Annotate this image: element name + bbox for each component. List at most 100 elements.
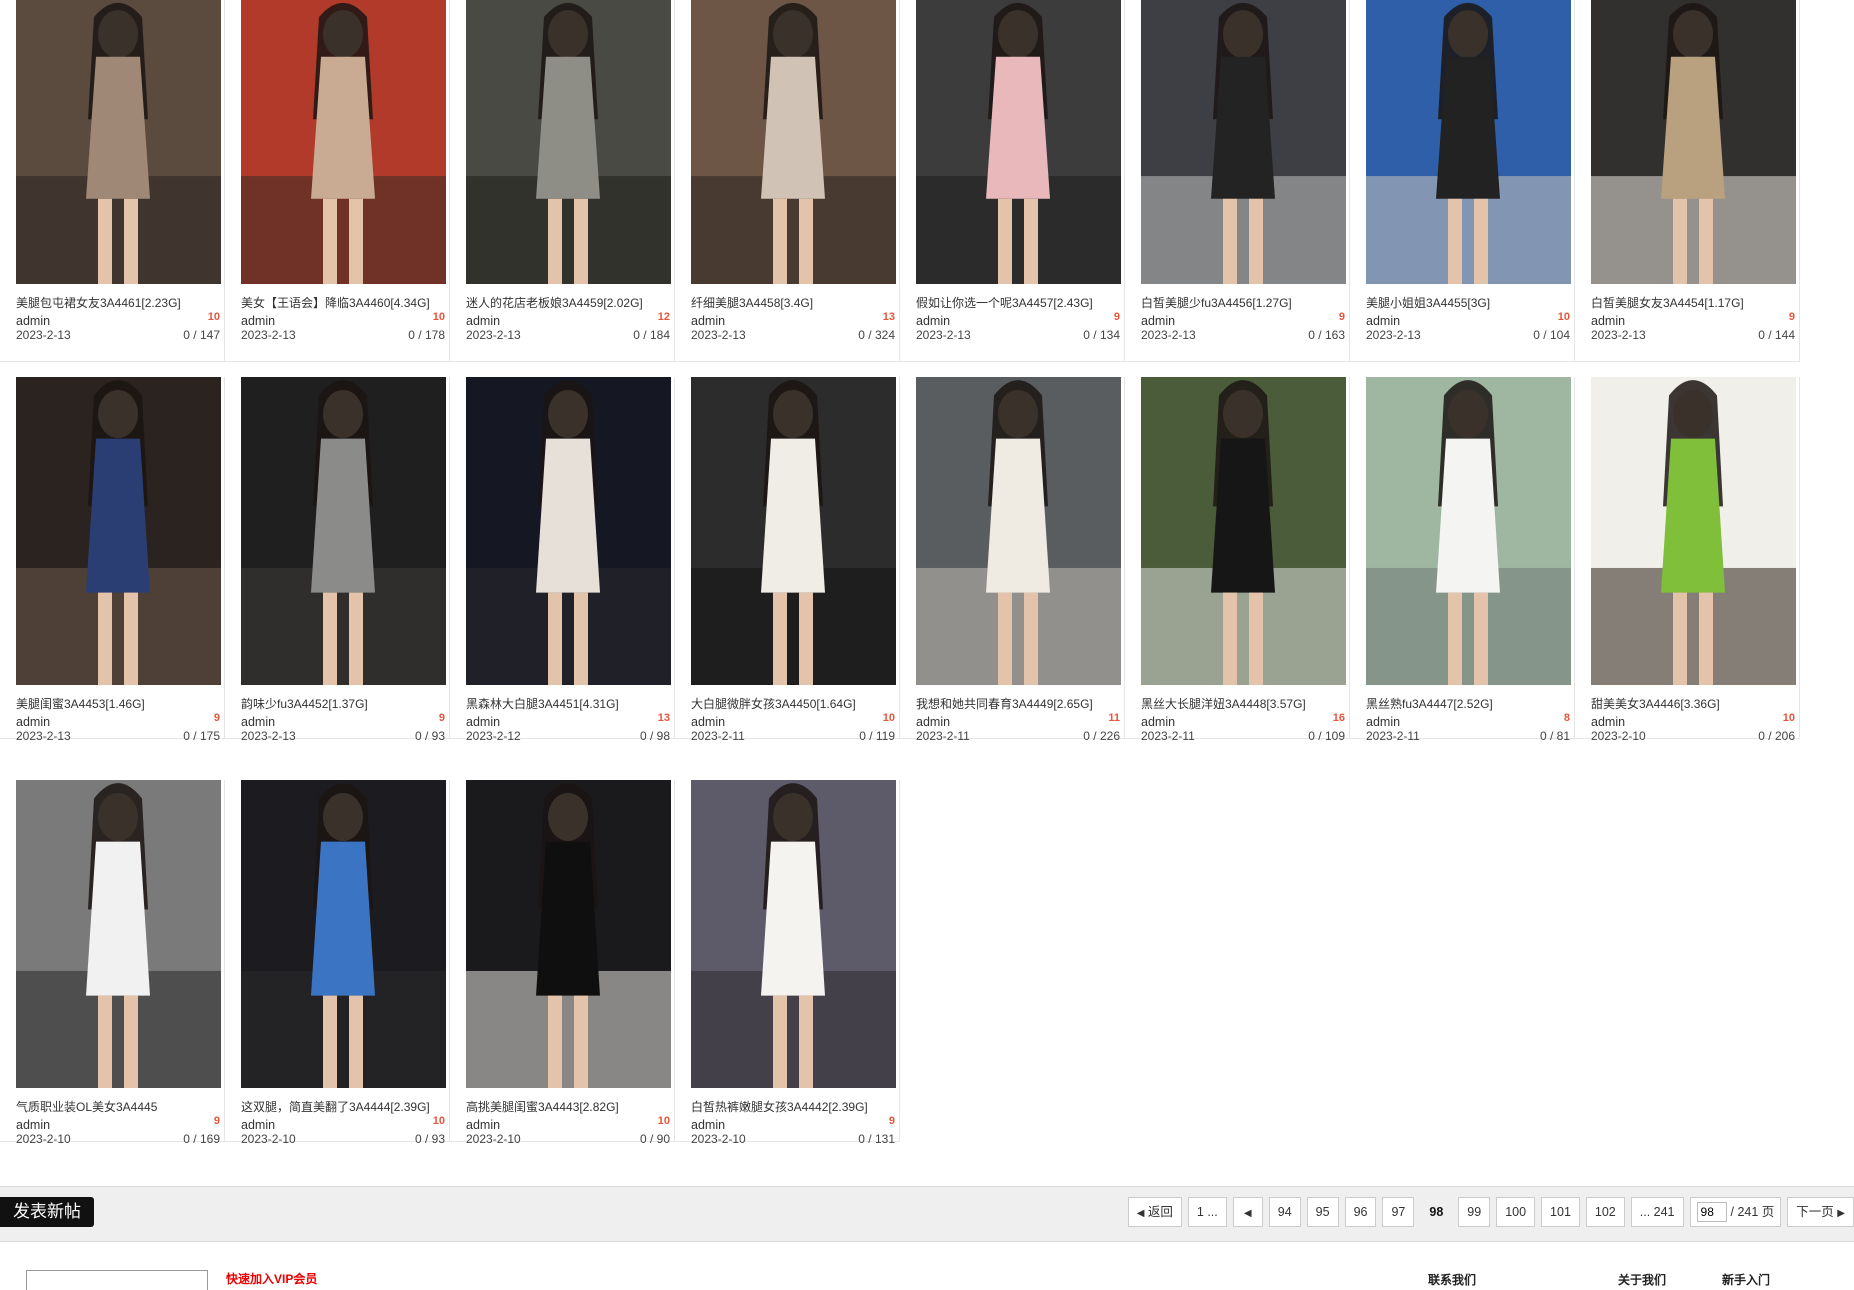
thread-thumbnail[interactable] [916, 0, 1121, 284]
thread-author[interactable]: admin [466, 314, 500, 328]
thread-card[interactable]: 我想和她共同春育3A4449[2.65G] admin 11 2023-2-11 0 /… [900, 377, 1125, 743]
thread-author[interactable]: admin [241, 715, 275, 729]
thread-card[interactable]: 迷人的花店老板娘3A4459[2.02G] admin 12 2023-2-13 0 /… [450, 0, 675, 362]
thread-thumbnail[interactable] [16, 780, 221, 1088]
thread-thumbnail[interactable] [691, 0, 896, 284]
page-jump-input[interactable] [1696, 1202, 1727, 1222]
thread-title[interactable]: 大白腿微胖女孩3A4450[1.64G] [691, 695, 896, 712]
vip-link[interactable]: 快速加入VIP会员 [226, 1270, 317, 1287]
thread-title[interactable]: 美腿包屯裙女友3A4461[2.23G] [16, 294, 221, 311]
thread-author[interactable]: admin [466, 715, 500, 729]
thread-author[interactable]: admin [916, 715, 950, 729]
back-button[interactable]: ◀ 返回 [1127, 1197, 1182, 1227]
prev-page-button[interactable]: ◀ [1232, 1197, 1263, 1227]
thread-thumbnail[interactable] [241, 780, 446, 1088]
thread-card[interactable]: 白皙热裤嫩腿女孩3A4442[2.39G] admin 9 2023-2-10 0 / … [675, 780, 900, 1146]
thread-card[interactable]: 高挑美腿闺蜜3A4443[2.82G] admin 10 2023-2-10 0 / 9… [450, 780, 675, 1146]
thread-card[interactable]: 黑丝熟fu3A4447[2.52G] admin 8 2023-2-11 0 / 81 [1350, 377, 1575, 743]
thread-title[interactable]: 高挑美腿闺蜜3A4443[2.82G] [466, 1098, 671, 1115]
thread-thumbnail[interactable] [1141, 0, 1346, 284]
photo-image [916, 377, 1121, 685]
thread-title[interactable]: 我想和她共同春育3A4449[2.65G] [916, 695, 1121, 712]
thread-thumbnail[interactable] [1366, 0, 1571, 284]
thread-thumbnail[interactable] [1591, 0, 1796, 284]
thread-card[interactable]: 美腿包屯裙女友3A4461[2.23G] admin 10 2023-2-13 0 / … [0, 0, 225, 362]
page-link[interactable]: 102 [1585, 1197, 1625, 1227]
thread-card[interactable]: 假如让你选一个呢3A4457[2.43G] admin 9 2023-2-13 0 / … [900, 0, 1125, 362]
thread-card[interactable]: 美女【王语会】降临3A4460[4.34G] admin 10 2023-2-13 0 … [225, 0, 450, 362]
thread-thumbnail[interactable] [691, 780, 896, 1088]
thread-thumbnail[interactable] [916, 377, 1121, 685]
thread-title[interactable]: 气质职业装OL美女3A4445 [16, 1098, 221, 1115]
thread-card[interactable]: 黑森林大白腿3A4451[4.31G] admin 13 2023-2-12 0 / 9… [450, 377, 675, 743]
thread-title[interactable]: 甜美美女3A4446[3.36G] [1591, 695, 1796, 712]
thread-author[interactable]: admin [1141, 715, 1175, 729]
thread-card[interactable]: 美腿小姐姐3A4455[3G] admin 10 2023-2-13 0 / 104 [1350, 0, 1575, 362]
thread-title[interactable]: 假如让你选一个呢3A4457[2.43G] [916, 294, 1121, 311]
thread-card[interactable]: 这双腿，简直美翻了3A4444[2.39G] admin 10 2023-2-10 0 … [225, 780, 450, 1146]
page-link[interactable]: 97 [1382, 1197, 1415, 1227]
new-post-button[interactable]: 发表新帖 [0, 1197, 94, 1227]
thread-author[interactable]: admin [16, 314, 50, 328]
page-link[interactable]: 94 [1268, 1197, 1301, 1227]
thread-author[interactable]: admin [691, 314, 725, 328]
thread-thumbnail[interactable] [466, 377, 671, 685]
thread-title[interactable]: 白皙美腿少fu3A4456[1.27G] [1141, 294, 1346, 311]
page-link[interactable]: 99 [1458, 1197, 1491, 1227]
footer-nav-about[interactable]: 关于我们 [1618, 1271, 1666, 1288]
thread-title[interactable]: 白皙热裤嫩腿女孩3A4442[2.39G] [691, 1098, 896, 1115]
thread-card[interactable]: 大白腿微胖女孩3A4450[1.64G] admin 10 2023-2-11 0 / … [675, 377, 900, 743]
thread-title[interactable]: 美女【王语会】降临3A4460[4.34G] [241, 294, 446, 311]
thread-author[interactable]: admin [1591, 314, 1625, 328]
thread-author[interactable]: admin [241, 1118, 275, 1132]
thread-card[interactable]: 气质职业装OL美女3A4445 admin 9 2023-2-10 0 / 169 [0, 780, 225, 1146]
next-page-button[interactable]: 下一页 ▶ [1787, 1197, 1854, 1227]
thread-title[interactable]: 黑丝熟fu3A4447[2.52G] [1366, 695, 1571, 712]
page-last[interactable]: ... 241 [1630, 1197, 1684, 1227]
thread-thumbnail[interactable] [466, 0, 671, 284]
thread-author[interactable]: admin [1591, 715, 1625, 729]
thread-card[interactable]: 甜美美女3A4446[3.36G] admin 10 2023-2-10 0 / 206 [1575, 377, 1800, 743]
thread-author[interactable]: admin [241, 314, 275, 328]
thread-author[interactable]: admin [16, 1118, 50, 1132]
page-link[interactable]: 101 [1541, 1197, 1580, 1227]
thread-thumbnail[interactable] [241, 0, 446, 284]
thread-author[interactable]: admin [466, 1118, 500, 1132]
thread-title[interactable]: 白皙美腿女友3A4454[1.17G] [1591, 294, 1796, 311]
thread-thumbnail[interactable] [1591, 377, 1796, 685]
thread-author[interactable]: admin [1366, 715, 1400, 729]
thread-card[interactable]: 白皙美腿女友3A4454[1.17G] admin 9 2023-2-13 0 / 14… [1575, 0, 1800, 362]
thread-card[interactable]: 黑丝大长腿洋妞3A4448[3.57G] admin 16 2023-2-11 0 / … [1125, 377, 1350, 743]
thread-title[interactable]: 纤细美腿3A4458[3.4G] [691, 294, 896, 311]
thread-thumbnail[interactable] [1141, 377, 1346, 685]
thread-author[interactable]: admin [1366, 314, 1400, 328]
thread-title[interactable]: 美腿小姐姐3A4455[3G] [1366, 294, 1571, 311]
thread-title[interactable]: 黑森林大白腿3A4451[4.31G] [466, 695, 671, 712]
page-link[interactable]: 100 [1496, 1197, 1536, 1227]
thread-title[interactable]: 这双腿，简直美翻了3A4444[2.39G] [241, 1098, 446, 1115]
footer-nav-contact[interactable]: 联系我们 [1428, 1271, 1476, 1288]
page-link[interactable]: 95 [1306, 1197, 1339, 1227]
thread-author[interactable]: admin [1141, 314, 1175, 328]
thread-thumbnail[interactable] [16, 377, 221, 685]
thread-author[interactable]: admin [16, 715, 50, 729]
thread-thumbnail[interactable] [241, 377, 446, 685]
thread-author[interactable]: admin [691, 715, 725, 729]
thread-thumbnail[interactable] [691, 377, 896, 685]
thread-title[interactable]: 美腿闺蜜3A4453[1.46G] [16, 695, 221, 712]
footer-nav-guide[interactable]: 新手入门 [1722, 1271, 1770, 1288]
thread-thumbnail[interactable] [466, 780, 671, 1088]
thread-author[interactable]: admin [691, 1118, 725, 1132]
page-link[interactable]: 96 [1344, 1197, 1377, 1227]
thread-title[interactable]: 韵味少fu3A4452[1.37G] [241, 695, 446, 712]
thread-title[interactable]: 迷人的花店老板娘3A4459[2.02G] [466, 294, 671, 311]
thread-card[interactable]: 美腿闺蜜3A4453[1.46G] admin 9 2023-2-13 0 / 175 [0, 377, 225, 743]
thread-author[interactable]: admin [916, 314, 950, 328]
thread-thumbnail[interactable] [16, 0, 221, 284]
thread-card[interactable]: 韵味少fu3A4452[1.37G] admin 9 2023-2-13 0 / 93 [225, 377, 450, 743]
thread-card[interactable]: 白皙美腿少fu3A4456[1.27G] admin 9 2023-2-13 0 / 1… [1125, 0, 1350, 362]
page-first[interactable]: 1 ... [1187, 1197, 1227, 1227]
thread-title[interactable]: 黑丝大长腿洋妞3A4448[3.57G] [1141, 695, 1346, 712]
thread-card[interactable]: 纤细美腿3A4458[3.4G] admin 13 2023-2-13 0 / 324 [675, 0, 900, 362]
thread-thumbnail[interactable] [1366, 377, 1571, 685]
